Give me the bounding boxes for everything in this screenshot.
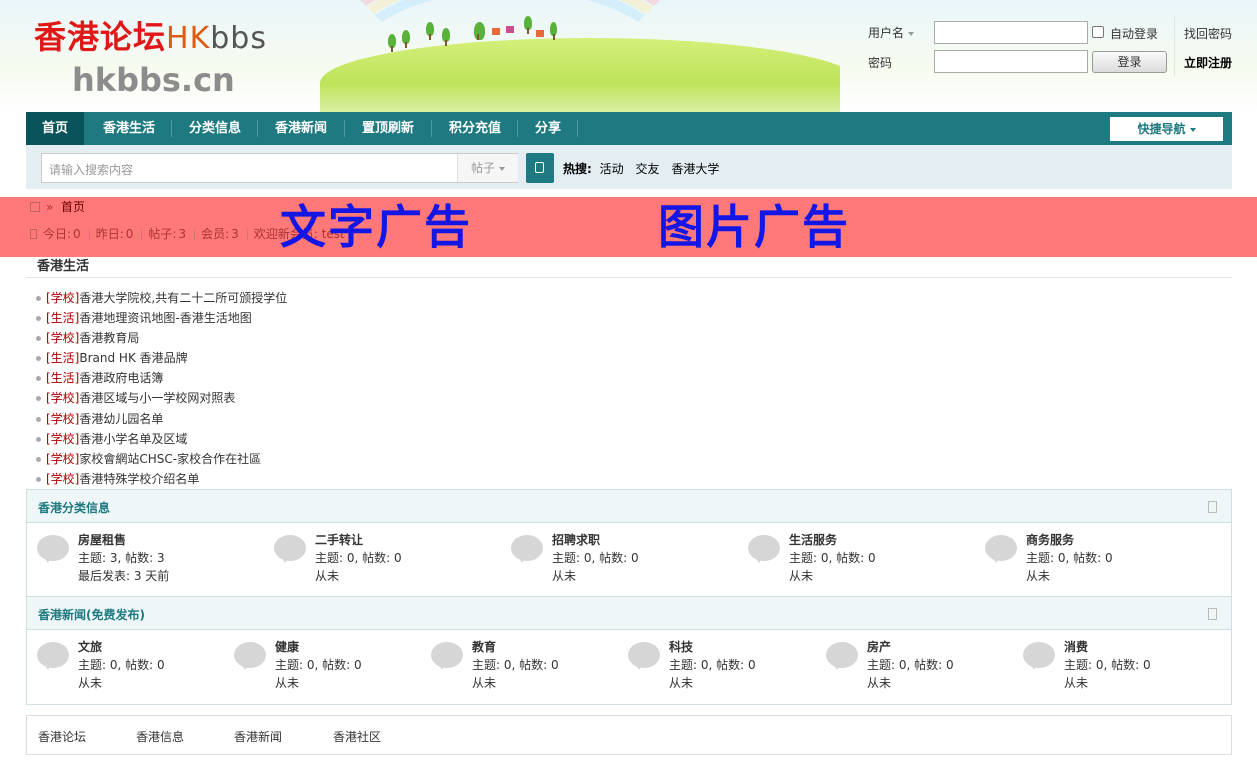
forgot-password-link[interactable]: 找回密码: [1184, 25, 1232, 42]
footer-link[interactable]: 香港社区: [333, 728, 381, 745]
friend-links: 香港论坛 香港信息 香港新闻 香港社区: [26, 715, 1232, 755]
nav-points-recharge[interactable]: 积分充值: [434, 112, 516, 145]
footer-link[interactable]: 香港新闻: [234, 728, 282, 745]
hot-term[interactable]: 交友: [635, 162, 659, 176]
list-item[interactable]: [学校]香港特殊学校介绍名单: [36, 469, 287, 489]
forum-bubble-icon: [628, 642, 660, 670]
username-input[interactable]: [934, 21, 1088, 44]
home-icon[interactable]: [30, 202, 40, 212]
hot-term[interactable]: 香港大学: [671, 162, 719, 176]
footer-link[interactable]: 香港信息: [136, 728, 184, 745]
search-icon: [535, 162, 544, 173]
list-item[interactable]: [学校]香港小学名单及区域: [36, 429, 287, 449]
search-type-select[interactable]: 帖子: [457, 154, 518, 182]
chevron-down-icon: [499, 166, 505, 171]
login-button[interactable]: 登录: [1092, 51, 1167, 73]
forum-bubble-icon: [274, 535, 306, 563]
register-link[interactable]: 立即注册: [1184, 54, 1232, 71]
forum-bubble-icon: [985, 535, 1017, 563]
forum-bubble-icon: [826, 642, 858, 670]
quick-nav-button[interactable]: 快捷导航: [1110, 117, 1223, 141]
list-item[interactable]: [生活]香港政府电话簿: [36, 368, 287, 388]
list-item[interactable]: [学校]香港教育局: [36, 328, 287, 348]
stats-icon: [30, 229, 37, 239]
section-title[interactable]: 香港新闻(免费发布): [38, 606, 145, 623]
breadcrumb-current[interactable]: 首页: [61, 200, 85, 214]
forum-bubble-icon: [431, 642, 463, 670]
header-scenery: [280, 0, 840, 112]
forum-bubble-icon: [1023, 642, 1055, 670]
list-item[interactable]: [学校]香港大学院校,共有二十二所可颁授学位: [36, 288, 287, 308]
nav-classified[interactable]: 分类信息: [174, 112, 256, 145]
forum-bubble-icon: [511, 535, 543, 563]
list-item[interactable]: [学校]香港幼儿园名单: [36, 409, 287, 429]
search-bar: 请输入搜索内容 帖子 热搜: 活动 交友 香港大学: [26, 145, 1232, 189]
text-ad[interactable]: 文字广告: [280, 200, 472, 254]
nav-share[interactable]: 分享: [520, 112, 576, 145]
section-classified: 香港分类信息 房屋租售 主题: 3, 帖数: 3 最后发表: 3 天前 二手转让 主题…: [26, 489, 1232, 597]
search-button[interactable]: [526, 153, 554, 183]
collapse-icon[interactable]: [1208, 501, 1217, 513]
breadcrumb: » 首页: [30, 198, 85, 215]
nav-hk-life[interactable]: 香港生活: [88, 112, 170, 145]
list-item[interactable]: [生活]香港地理资讯地图-香港生活地图: [36, 308, 287, 328]
nav-news[interactable]: 香港新闻: [260, 112, 342, 145]
hot-search: 热搜: 活动 交友 香港大学: [563, 162, 720, 176]
section-news: 香港新闻(免费发布) 文旅 主题: 0, 帖数: 0 从未 健康 主题: 0, 帖数:…: [26, 596, 1232, 705]
logo-domain: hkbbs.cn: [72, 61, 235, 99]
footer-link[interactable]: 香港论坛: [38, 728, 86, 745]
collapse-icon[interactable]: [1208, 608, 1217, 620]
list-item[interactable]: [学校]家校會網站CHSC-家校合作在社區: [36, 449, 287, 469]
main-nav: 首页 香港生活 分类信息 香港新闻 置顶刷新 积分充值 分享 快捷导航: [26, 112, 1232, 145]
section-title[interactable]: 香港分类信息: [38, 499, 110, 516]
password-input[interactable]: [934, 50, 1088, 73]
image-ad[interactable]: 图片广告: [658, 200, 850, 254]
ad-banner[interactable]: » 首页 今日: 0 昨日: 0 帖子: 3 会员: 3 欢迎新会员: test 文字广告 图片…: [0, 197, 1257, 257]
remember-label[interactable]: 自动登录: [1110, 25, 1158, 42]
section-title[interactable]: 香港生活: [37, 255, 89, 274]
chevron-down-icon: [1189, 127, 1196, 132]
list-item[interactable]: [生活]Brand HK 香港品牌: [36, 348, 287, 368]
password-label: 密码: [868, 56, 893, 70]
username-label[interactable]: 用户名: [868, 24, 915, 41]
site-header: 香港论坛HKbbs hkbbs.cn 用户名 自动登录 找回密码 密码 登录 立…: [0, 0, 1257, 112]
search-input[interactable]: 请输入搜索内容 帖子: [41, 153, 518, 183]
login-form: 用户名 自动登录 找回密码 密码 登录 立即注册: [868, 16, 1238, 80]
remember-checkbox[interactable]: [1092, 26, 1104, 38]
forum-bubble-icon: [37, 535, 69, 563]
site-logo[interactable]: 香港论坛HKbbs hkbbs.cn: [34, 18, 267, 98]
hot-term[interactable]: 活动: [600, 162, 624, 176]
forum-bubble-icon: [748, 535, 780, 563]
chevron-down-icon: [908, 31, 915, 36]
list-item[interactable]: [学校]香港区域与小一学校网对照表: [36, 388, 287, 408]
nav-top-refresh[interactable]: 置顶刷新: [347, 112, 429, 145]
section-hk-life-header: 香港生活: [26, 252, 1232, 278]
nav-home[interactable]: 首页: [26, 112, 84, 145]
forum-bubble-icon: [234, 642, 266, 670]
forum-bubble-icon: [37, 642, 69, 670]
hk-life-list: [学校]香港大学院校,共有二十二所可颁授学位 [生活]香港地理资讯地图-香港生活…: [36, 288, 287, 489]
